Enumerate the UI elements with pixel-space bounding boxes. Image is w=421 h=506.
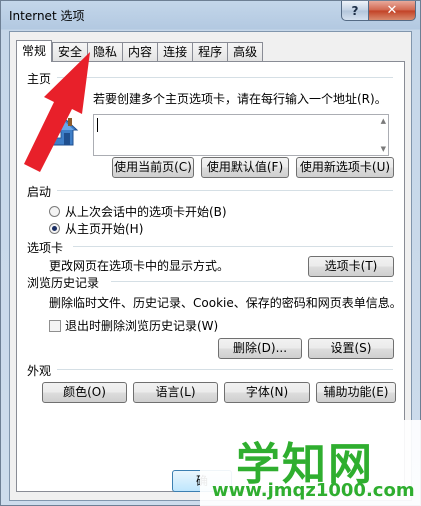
history-divider (111, 281, 393, 282)
delete-on-exit-checkbox[interactable] (49, 320, 61, 332)
tabs-settings-button[interactable]: 选项卡(T) (308, 256, 394, 277)
tab-programs[interactable]: 程序 (192, 42, 228, 61)
tab-connections[interactable]: 连接 (157, 42, 193, 61)
history-section-label: 浏览历史记录 (27, 276, 100, 290)
delete-history-button[interactable]: 删除(D)... (218, 338, 302, 359)
homepage-url-textarea[interactable]: ▲ ▼ (93, 114, 389, 156)
tabs-description: 更改网页在选项卡中的显示方式。 (49, 259, 230, 273)
startup-homepage-label[interactable]: 从主页开始(H) (65, 220, 143, 237)
delete-on-exit-label[interactable]: 退出时删除浏览历史记录(W) (65, 317, 218, 334)
tab-privacy[interactable]: 隐私 (87, 42, 123, 61)
startup-homepage-radio[interactable] (49, 223, 60, 234)
languages-button[interactable]: 语言(L) (133, 382, 218, 403)
appearance-section-label: 外观 (27, 364, 52, 378)
homepage-description: 若要创建多个主页选项卡，请在每行输入一个地址(R)。 (93, 92, 387, 106)
tab-strip: 常规 安全 隐私 内容 连接 程序 高级 (16, 40, 264, 62)
tab-content[interactable]: 内容 (122, 42, 158, 61)
scroll-up-arrow-icon[interactable]: ▲ (381, 117, 386, 125)
accessibility-button[interactable]: 辅助功能(E) (316, 382, 396, 403)
use-current-button[interactable]: 使用当前页(C) (112, 157, 194, 178)
tab-security[interactable]: 安全 (52, 42, 88, 61)
startup-divider (57, 190, 393, 191)
tabs-divider (73, 246, 393, 247)
scroll-down-arrow-icon[interactable]: ▼ (381, 145, 386, 153)
text-caret (97, 118, 98, 132)
title-bar[interactable]: Internet 选项 ? ✕ (1, 1, 420, 31)
use-new-tab-button[interactable]: 使用新选项卡(U) (296, 157, 394, 178)
startup-last-session-label[interactable]: 从上次会话中的选项卡开始(B) (65, 203, 227, 220)
colors-button[interactable]: 颜色(O) (42, 382, 127, 403)
homepage-divider (57, 77, 393, 78)
startup-last-session-radio[interactable] (49, 206, 60, 217)
tabs-section-label: 选项卡 (27, 241, 64, 255)
homepage-section-label: 主页 (27, 72, 52, 86)
history-settings-button[interactable]: 设置(S) (308, 338, 394, 359)
tab-advanced[interactable]: 高级 (227, 42, 264, 61)
window-title: Internet 选项 (9, 9, 85, 23)
watermark: 学知网 www.jmqz1000.com (200, 420, 421, 506)
close-button[interactable]: ✕ (368, 1, 416, 21)
appearance-divider (57, 369, 393, 370)
startup-section-label: 启动 (27, 185, 52, 199)
help-button[interactable]: ? (341, 1, 369, 21)
home-icon (45, 115, 79, 146)
fonts-button[interactable]: 字体(N) (224, 382, 310, 403)
tab-general[interactable]: 常规 (16, 40, 53, 62)
history-description: 删除临时文件、历史记录、Cookie、保存的密码和网页表单信息。 (49, 296, 402, 310)
watermark-url: www.jmqz1000.com (212, 480, 415, 501)
use-default-button[interactable]: 使用默认值(F) (201, 157, 289, 178)
